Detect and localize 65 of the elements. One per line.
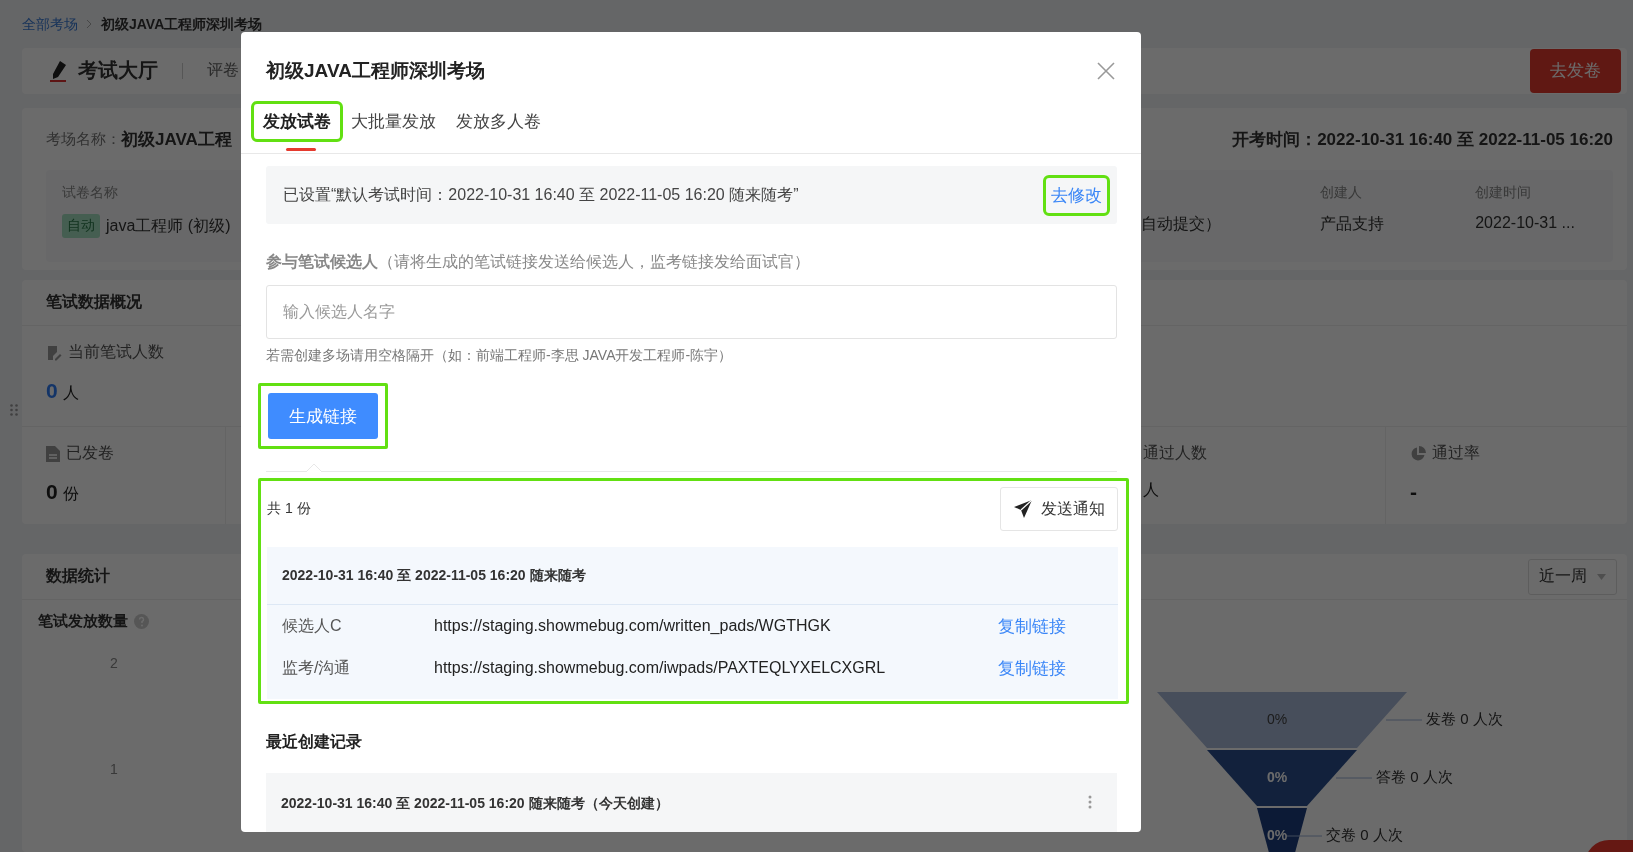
field-value: 自动提交） <box>1140 214 1221 234</box>
chart-title: 笔试发放数量 <box>38 612 128 631</box>
pen-icon <box>48 59 68 82</box>
link-url: https://staging.showmebug.com/written_pads/WGTHGK <box>434 617 832 635</box>
link-role: 监考/沟通 <box>282 657 352 678</box>
stat-label: 通过人数 <box>1143 443 1207 463</box>
section-title: 笔试数据概况 <box>46 292 142 312</box>
tab[interactable]: 发放试卷 <box>254 104 340 139</box>
generate-link-button[interactable]: 生成链接 <box>268 393 378 439</box>
section-title: 最近创建记录 <box>266 732 363 752</box>
tab[interactable]: 发放多人卷 <box>447 104 550 139</box>
funnel-percent: 0% <box>1267 827 1288 843</box>
range-select[interactable]: 近一周 <box>1528 558 1617 595</box>
funnel-percent: 0% <box>1267 769 1288 785</box>
exam-time-label: 开考时间： <box>1232 128 1318 151</box>
record-title: 2022-10-31 16:40 至 2022-11-05 16:20 随来随考（今天创建） <box>281 795 669 813</box>
field-value: 产品支持 <box>1319 214 1384 234</box>
funnel-label: 交卷 0 人次 <box>1326 826 1403 845</box>
edit-document-icon <box>46 344 62 361</box>
copy-link[interactable]: 复制链接 <box>993 608 1103 644</box>
input-hint: 若需创建多场请用空格隔开（如：前端工程师-李思 JAVA开发工程师-陈宇） <box>266 347 734 365</box>
send-icon <box>1013 499 1033 519</box>
notice-text: 已设置“默认考试时间：2022-10-31 16:40 至 2022-11-05 16:20 随来随考” <box>283 184 799 205</box>
stat-unit: 份 <box>62 484 79 504</box>
stat-value: - <box>1410 480 1417 504</box>
pie-chart-icon <box>1410 445 1426 462</box>
send-paper-button[interactable]: 去发卷 <box>1530 48 1621 93</box>
send-notice-button[interactable]: 发送通知 <box>1000 487 1118 531</box>
stat-unit: 人 <box>1143 480 1159 500</box>
header-tab[interactable]: 评卷 <box>207 60 239 82</box>
funnel-label: 答卷 0 人次 <box>1376 768 1453 787</box>
tab[interactable]: 大批量发放 <box>342 104 445 139</box>
breadcrumb-current: 初级JAVA工程师深圳考场 <box>101 15 263 34</box>
exam-time: 2022-10-31 16:40 至 2022-11-05 16:20 <box>1317 128 1613 151</box>
breadcrumb-link[interactable]: 全部考场 <box>22 15 78 34</box>
page-title: 考试大厅 <box>78 58 158 84</box>
document-icon <box>46 445 60 462</box>
link-role: 候选人C <box>282 615 343 636</box>
caret-icon <box>1597 573 1606 580</box>
candidate-name-input[interactable]: 输入候选人名字 <box>266 285 1117 339</box>
section-title: 数据统计 <box>46 566 110 586</box>
funnel-percent: 0% <box>1267 711 1288 727</box>
exam-name: 初级JAVA工程 <box>121 128 232 151</box>
tab-indicator <box>286 148 316 151</box>
field-value: java工程师 (初级) <box>106 215 231 236</box>
dialog-title: 初级JAVA工程师深圳考场 <box>266 59 485 83</box>
stat-label: 当前笔试人数 <box>68 342 164 362</box>
field-value: 2022-10-31 ... <box>1475 214 1575 232</box>
funnel-segment <box>1257 808 1307 852</box>
link-url: https://staging.showmebug.com/iwpads/PAXTEQLYXELCXGRL <box>434 659 887 677</box>
exam-name-label: 考场名称： <box>46 129 121 149</box>
result-count: 共 1 份 <box>267 500 311 518</box>
stat-label: 已发卷 <box>66 443 114 463</box>
drag-handle-icon[interactable] <box>10 404 18 416</box>
stat-value: 0 <box>46 379 58 403</box>
stat-label: 通过率 <box>1432 443 1480 463</box>
more-icon[interactable] <box>1088 795 1092 809</box>
close-icon[interactable] <box>1097 62 1115 80</box>
session-title: 2022-10-31 16:40 至 2022-11-05 16:20 随来随考 <box>282 566 586 585</box>
modify-link[interactable]: 去修改 <box>1046 177 1107 213</box>
stat-unit: 人 <box>62 383 79 403</box>
copy-link[interactable]: 复制链接 <box>993 650 1103 686</box>
stat-value: 0 <box>46 480 58 504</box>
candidates-label: 参与笔试候选人（请将生成的笔试链接发送给候选人，监考链接发给面试官） <box>266 252 811 272</box>
funnel-label: 发卷 0 人次 <box>1426 710 1503 729</box>
